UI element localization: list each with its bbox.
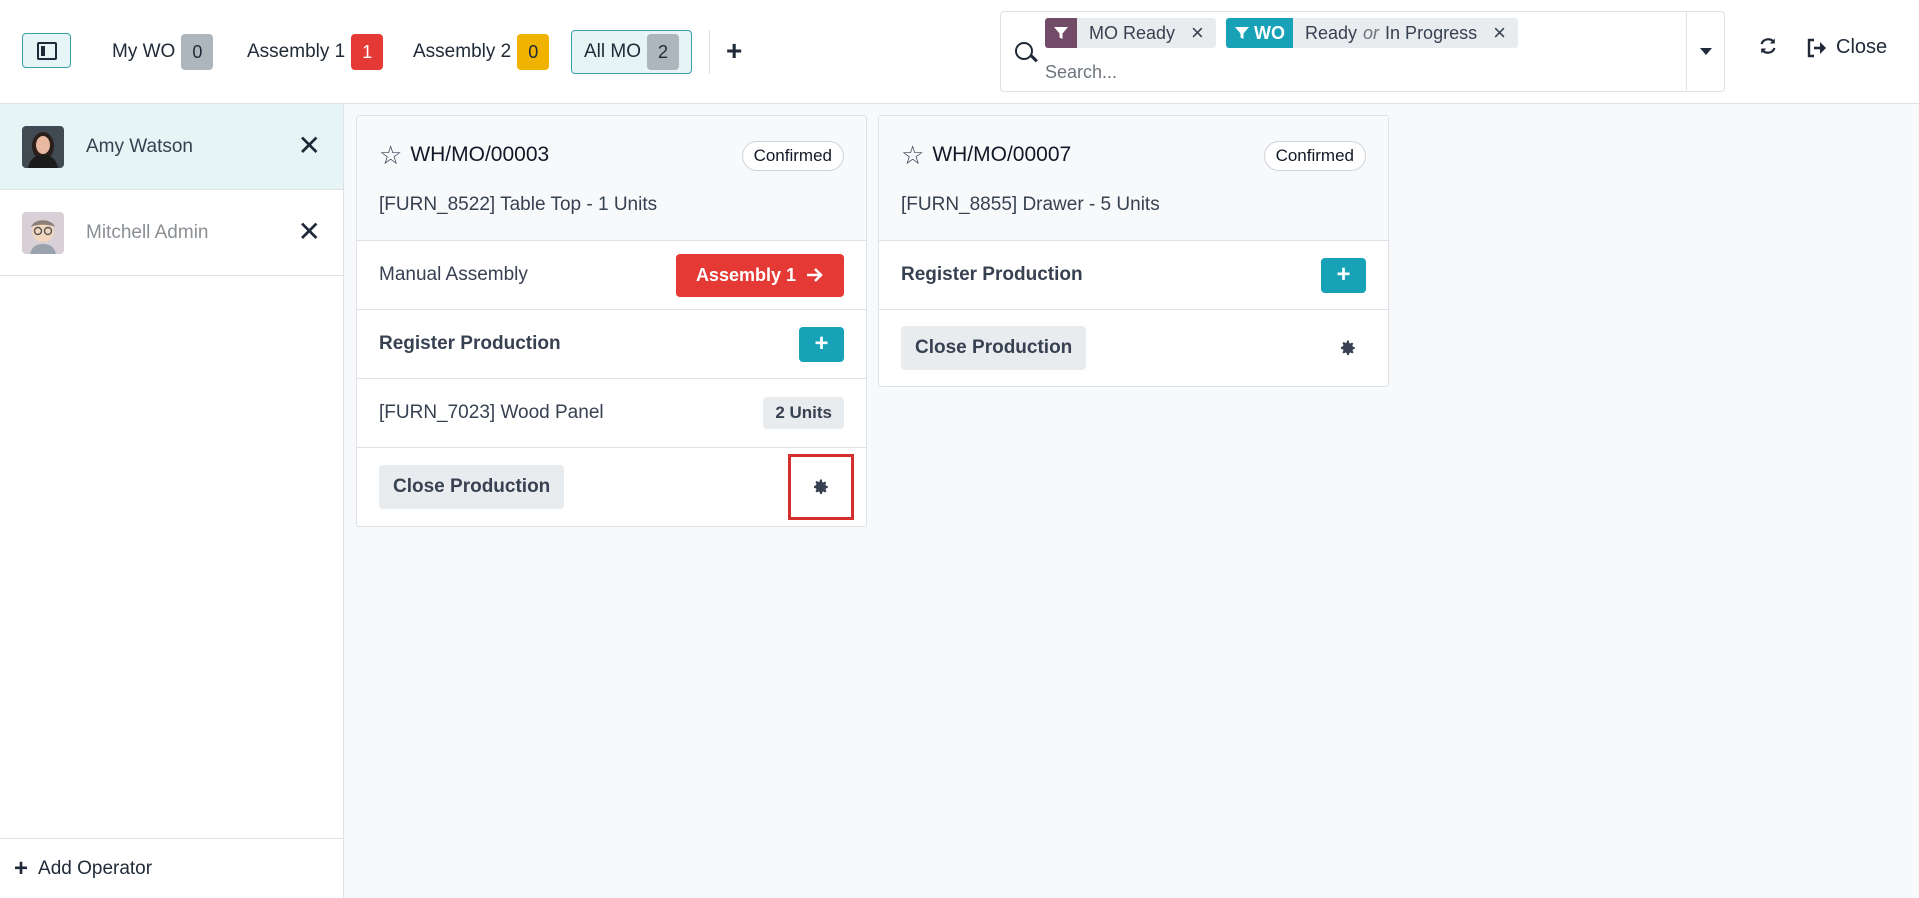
mo-reference: WH/MO/00007	[932, 143, 1072, 166]
mo-reference: WH/MO/00003	[410, 143, 550, 166]
register-production-button[interactable]: +	[1321, 257, 1366, 293]
sign-out-icon	[1807, 38, 1826, 57]
component-name: [FURN_7023] Wood Panel	[379, 402, 604, 423]
card-footer: Close Production	[357, 448, 866, 526]
facet-or-separator: or	[1363, 22, 1380, 43]
tab-all-mo[interactable]: All MO 2	[571, 30, 692, 74]
remove-operator-button[interactable]: ✕	[298, 132, 321, 160]
search-icon	[1015, 42, 1033, 60]
avatar	[22, 125, 64, 168]
tab-label: All MO	[584, 41, 641, 62]
refresh-button[interactable]	[1758, 36, 1778, 62]
operator-name: Mitchell Admin	[86, 221, 209, 243]
register-production-button[interactable]: +	[799, 326, 844, 362]
avatar	[22, 211, 64, 254]
component-row[interactable]: [FURN_7023] Wood Panel 2 Units	[357, 379, 866, 448]
operation-name: Manual Assembly	[379, 264, 528, 285]
facet-type-label: WO	[1254, 22, 1285, 43]
search-panel: MO Ready × WO Ready or In Progress ×	[1000, 11, 1725, 92]
close-production-button[interactable]: Close Production	[379, 465, 565, 509]
add-operator-label: Add Operator	[38, 857, 153, 879]
register-production-label: Register Production	[901, 264, 1083, 285]
mo-card: ☆ WH/MO/00003 Confirmed [FURN_8522] Tabl…	[356, 115, 867, 527]
mo-card-header[interactable]: ☆ WH/MO/00003 Confirmed [FURN_8522] Tabl…	[357, 116, 866, 241]
toggle-sidebar-button[interactable]	[22, 33, 71, 68]
caret-down-icon	[1699, 48, 1712, 55]
register-production-label: Register Production	[379, 333, 561, 354]
tab-label: Assembly 1	[247, 41, 346, 62]
workorder-row[interactable]: Manual Assembly Assembly 1	[357, 241, 866, 310]
mo-card-header[interactable]: ☆ WH/MO/00007 Confirmed [FURN_8855] Draw…	[879, 116, 1388, 241]
component-qty-badge: 2 Units	[763, 397, 844, 429]
tab-count-badge: 2	[647, 34, 679, 70]
search-facet-wo: WO Ready or In Progress ×	[1226, 18, 1518, 48]
register-production-row: Register Production +	[879, 241, 1388, 310]
close-production-button[interactable]: Close Production	[901, 326, 1087, 370]
workcenter-button[interactable]: Assembly 1	[675, 253, 844, 297]
mo-card: ☆ WH/MO/00007 Confirmed [FURN_8855] Draw…	[878, 115, 1389, 387]
operator-panel: Amy Watson ✕ Mitchell Admin ✕ + Add Oper…	[0, 104, 344, 898]
workcenter-button-label: Assembly 1	[695, 264, 796, 285]
remove-facet-button[interactable]: ×	[1493, 22, 1506, 44]
close-label: Close	[1836, 36, 1888, 58]
status-badge: Confirmed	[1263, 141, 1366, 171]
filter-icon: WO	[1226, 18, 1293, 48]
mo-product: [FURN_8855] Drawer - 5 Units	[901, 194, 1160, 215]
close-button[interactable]: Close	[1806, 36, 1887, 59]
plus-icon: +	[14, 854, 29, 882]
register-production-row: Register Production +	[357, 310, 866, 379]
tab-count-badge: 1	[351, 34, 384, 70]
production-list: ☆ WH/MO/00003 Confirmed [FURN_8522] Tabl…	[344, 104, 1919, 898]
tab-divider	[709, 30, 710, 74]
operator-item[interactable]: Amy Watson ✕	[0, 104, 343, 190]
operator-item[interactable]: Mitchell Admin ✕	[0, 190, 343, 276]
refresh-icon	[1760, 38, 1776, 54]
search-input[interactable]	[1045, 62, 1545, 83]
facet-value: In Progress	[1385, 22, 1478, 43]
tab-count-badge: 0	[181, 34, 214, 70]
tab-label: My WO	[112, 41, 176, 62]
remove-operator-button[interactable]: ✕	[298, 218, 321, 246]
filter-icon	[1045, 18, 1077, 48]
card-footer: Close Production	[879, 310, 1388, 386]
star-icon[interactable]: ☆	[379, 142, 402, 168]
arrow-right-icon	[807, 268, 823, 282]
gear-icon[interactable]	[788, 454, 854, 520]
sidebar-icon	[36, 41, 57, 60]
facet-value: Ready	[1305, 22, 1358, 43]
search-facet-mo-ready: MO Ready ×	[1045, 18, 1216, 48]
operator-name: Amy Watson	[86, 135, 193, 157]
remove-facet-button[interactable]: ×	[1191, 22, 1204, 44]
tab-my-wo[interactable]: My WO 0	[100, 30, 225, 74]
tab-label: Assembly 2	[413, 41, 512, 62]
mo-product: [FURN_8522] Table Top - 1 Units	[379, 194, 658, 215]
tab-count-badge: 0	[517, 34, 550, 70]
add-operator-button[interactable]: + Add Operator	[0, 838, 343, 898]
tab-assembly-1[interactable]: Assembly 1 1	[235, 30, 395, 74]
gear-icon[interactable]	[1330, 330, 1366, 366]
top-bar: My WO 0 Assembly 1 1 Assembly 2 0 All MO…	[0, 0, 1919, 104]
add-workcenter-button[interactable]: +	[726, 36, 742, 66]
facet-value: MO Ready	[1089, 22, 1176, 43]
tab-assembly-2[interactable]: Assembly 2 0	[401, 30, 561, 74]
star-icon[interactable]: ☆	[901, 142, 924, 168]
status-badge: Confirmed	[741, 141, 844, 171]
search-options-toggle[interactable]	[1686, 12, 1724, 91]
